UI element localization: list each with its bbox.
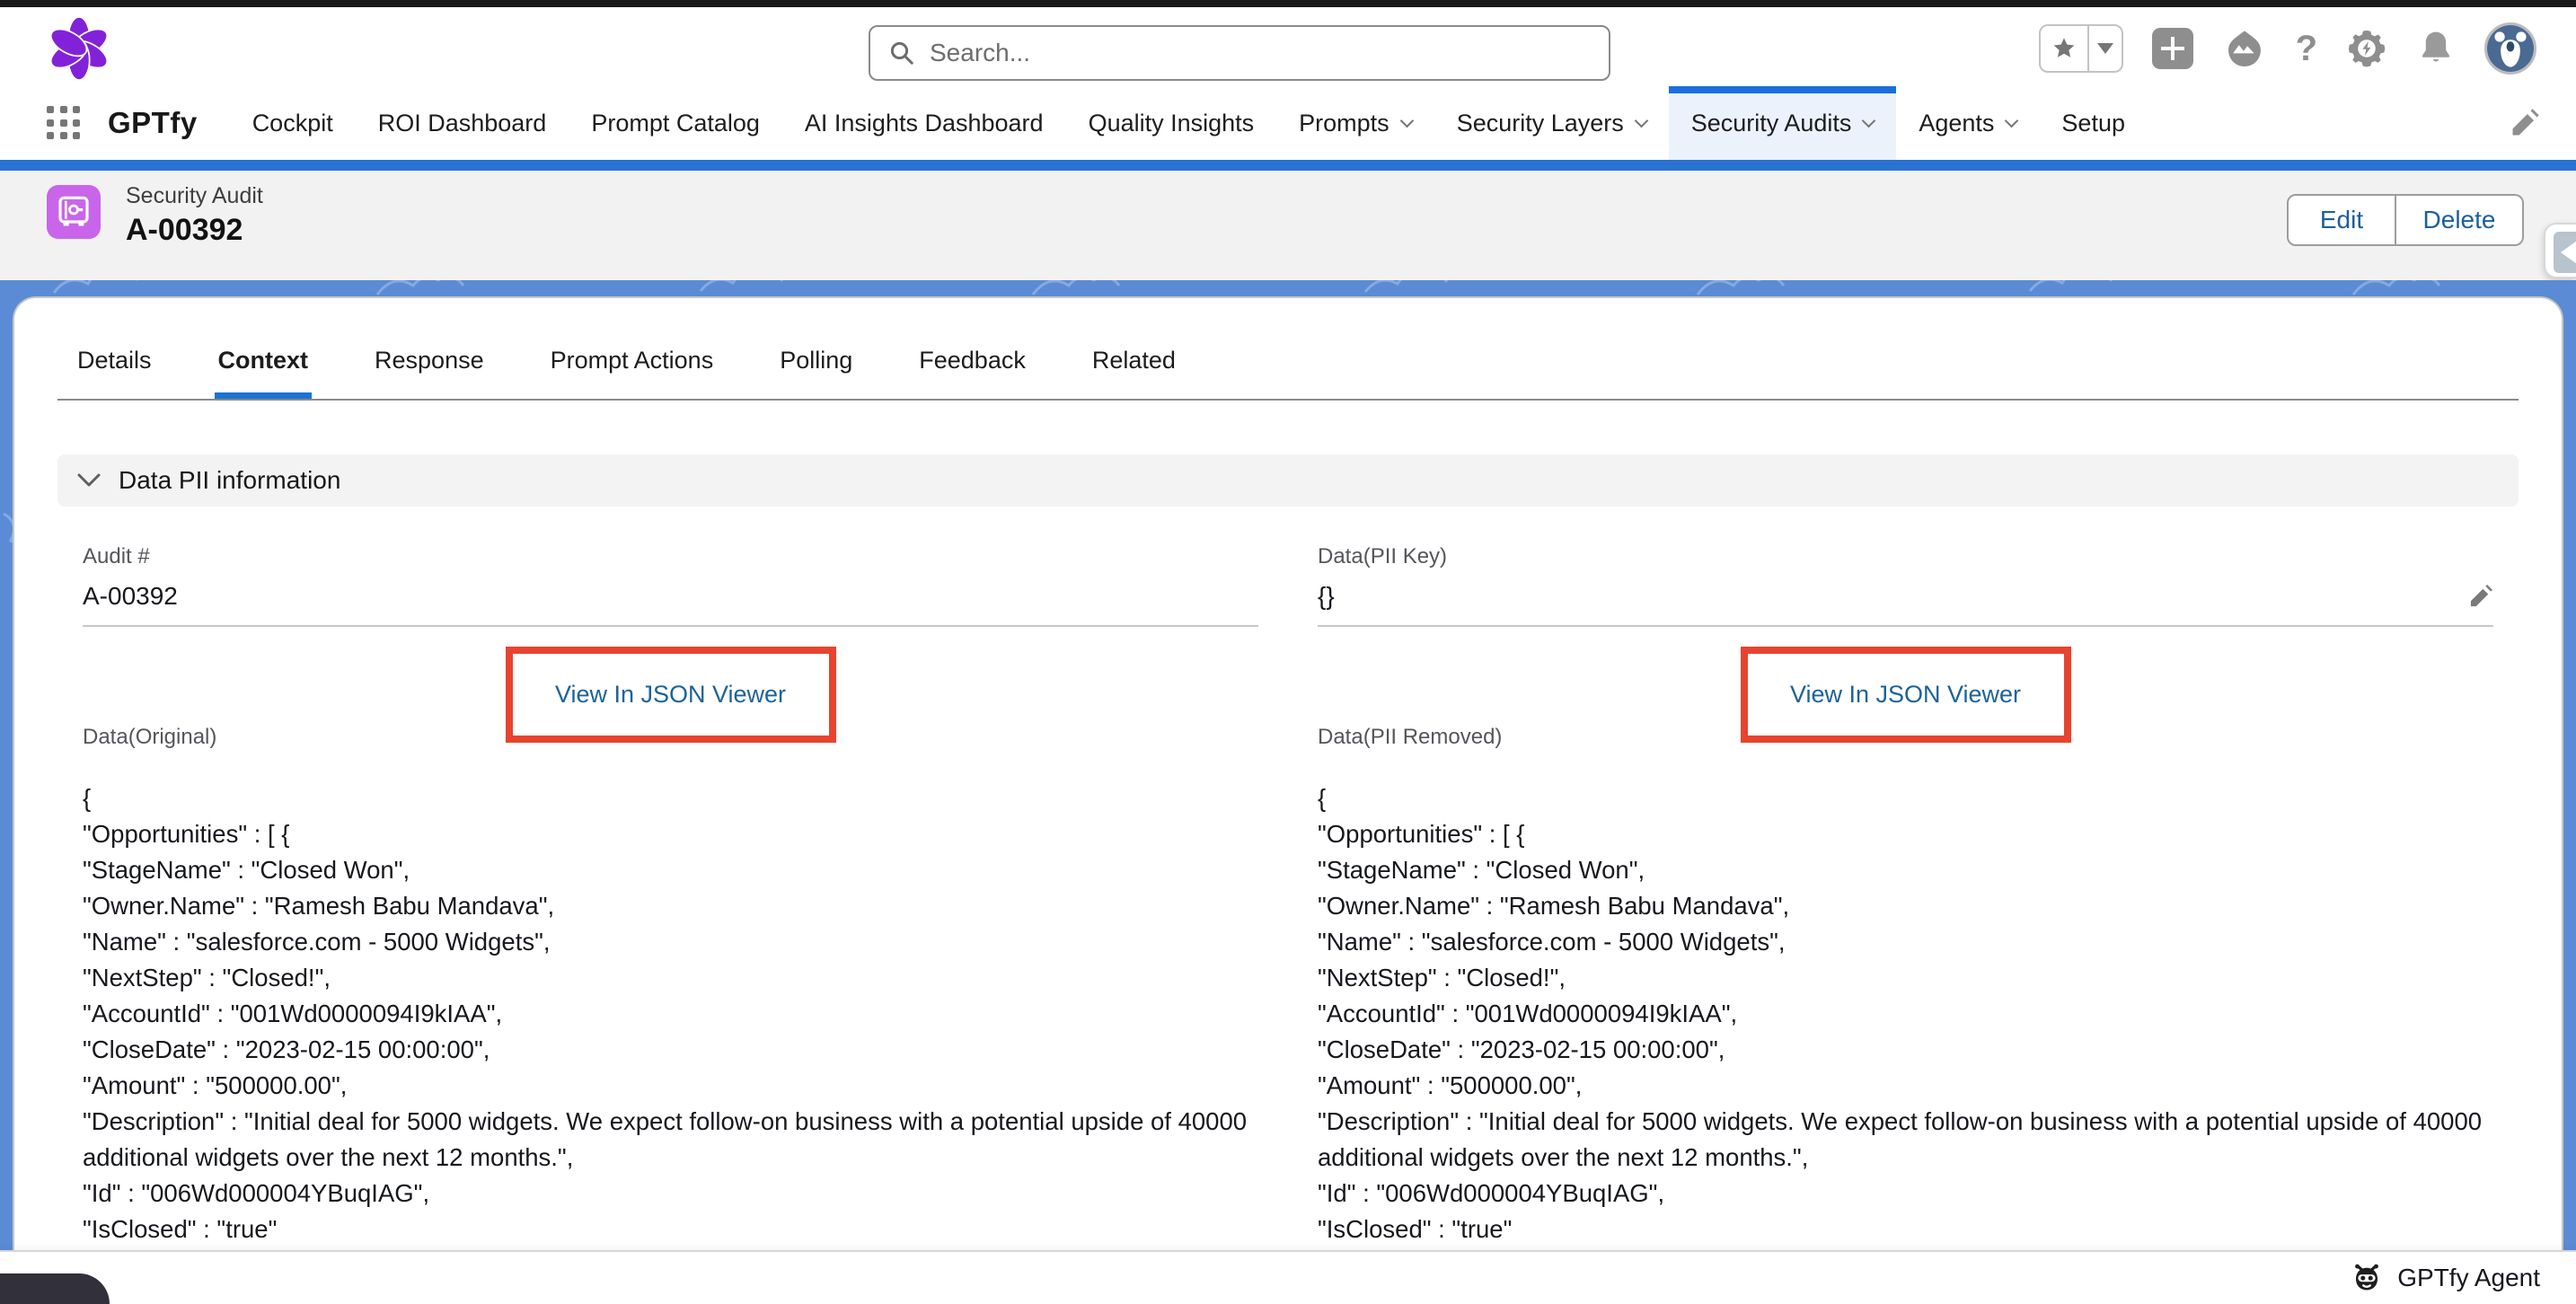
data-pii-removed-column: View In JSON Viewer Data(PII Removed) { …: [1318, 627, 2493, 1250]
agent-label: GPTfy Agent: [2397, 1264, 2540, 1292]
search-icon: [888, 40, 915, 66]
section-header-data-pii[interactable]: Data PII information: [57, 454, 2519, 507]
favorites-control[interactable]: [2039, 24, 2123, 73]
favorites-dropdown-icon[interactable]: [2087, 26, 2122, 71]
nav-item-cockpit[interactable]: Cockpit: [230, 86, 356, 160]
field-label: Audit #: [83, 544, 1258, 569]
delete-button[interactable]: Delete: [2396, 194, 2524, 246]
nav-item-prompt-catalog[interactable]: Prompt Catalog: [569, 86, 782, 160]
nav-item-roi-dashboard[interactable]: ROI Dashboard: [356, 86, 569, 160]
tab-feedback[interactable]: Feedback: [915, 332, 1029, 399]
os-top-strip: [0, 0, 2576, 7]
annotation-red-box: View In JSON Viewer: [1741, 647, 2071, 743]
inline-edit-pencil-icon[interactable]: [2468, 584, 2493, 609]
view-in-json-viewer-link[interactable]: View In JSON Viewer: [555, 681, 786, 709]
expand-side-panel-button[interactable]: [2544, 223, 2576, 278]
data-original-column: View In JSON Viewer Data(Original) { "Op…: [83, 627, 1258, 1250]
record-header: Security Audit A-00392 Edit Delete: [0, 171, 2576, 280]
field-pii-key: Data(PII Key) {}: [1318, 544, 2493, 627]
edit-button[interactable]: Edit: [2287, 194, 2396, 246]
nav-item-security-audits[interactable]: Security Audits: [1669, 86, 1897, 160]
field-value: {}: [1318, 582, 1335, 611]
nav-brand-underline: [0, 160, 2576, 171]
dock-corner-shape: [0, 1273, 110, 1304]
data-pii-removed-json: { "Opportunities" : [ { "StageName" : "C…: [1318, 780, 2493, 1250]
field-value: A-00392: [83, 582, 178, 611]
record-object-label: Security Audit: [126, 183, 263, 209]
section-title: Data PII information: [119, 466, 340, 495]
nav-item-setup[interactable]: Setup: [2039, 86, 2148, 160]
favorite-star-icon[interactable]: [2041, 26, 2087, 71]
nav-item-ai-insights-dashboard[interactable]: AI Insights Dashboard: [782, 86, 1066, 160]
app-name[interactable]: GPTfy: [108, 106, 198, 140]
trailhead-icon[interactable]: [2222, 26, 2267, 71]
chevron-down-icon[interactable]: [1862, 113, 1876, 128]
search-placeholder: Search...: [930, 39, 1030, 67]
view-in-json-viewer-link[interactable]: View In JSON Viewer: [1790, 681, 2021, 709]
global-header: Search... ?: [0, 7, 2576, 86]
setup-gear-icon[interactable]: [2346, 28, 2387, 69]
record-tabs: Details Context Response Prompt Actions …: [57, 325, 2519, 401]
nav-item-prompts[interactable]: Prompts: [1276, 86, 1434, 160]
nav-item-quality-insights[interactable]: Quality Insights: [1066, 86, 1277, 160]
user-avatar[interactable]: [2484, 22, 2536, 75]
chevron-down-icon[interactable]: [1634, 113, 1648, 128]
chevron-down-icon: [77, 473, 101, 488]
field-label: Data(PII Key): [1318, 544, 2493, 569]
collapse-left-arrow-icon: [2554, 232, 2576, 273]
global-search-input[interactable]: Search...: [869, 25, 1610, 81]
nav-item-agents[interactable]: Agents: [1896, 86, 2039, 160]
global-actions-icon[interactable]: [2152, 28, 2193, 69]
notifications-bell-icon[interactable]: [2416, 29, 2456, 68]
app-navigation-bar: GPTfy Cockpit ROI Dashboard Prompt Catal…: [0, 86, 2576, 160]
help-icon[interactable]: ?: [2296, 31, 2317, 66]
edit-page-pencil-icon[interactable]: [2510, 108, 2540, 138]
tab-context[interactable]: Context: [215, 332, 313, 399]
chevron-down-icon[interactable]: [2005, 113, 2019, 128]
data-original-json: { "Opportunities" : [ { "StageName" : "C…: [83, 780, 1258, 1250]
tab-response[interactable]: Response: [371, 332, 488, 399]
gptfy-logo-icon: [47, 14, 111, 83]
utility-bar: GPTfy Agent: [0, 1250, 2576, 1304]
field-audit-number: Audit # A-00392: [83, 544, 1258, 627]
tab-polling[interactable]: Polling: [776, 332, 856, 399]
robot-agent-icon: [2351, 1262, 2383, 1294]
chevron-down-icon[interactable]: [1399, 113, 1414, 128]
tab-related[interactable]: Related: [1089, 332, 1179, 399]
security-audit-object-icon: [47, 185, 101, 239]
record-name: A-00392: [126, 213, 263, 248]
gptfy-agent-button[interactable]: GPTfy Agent: [2351, 1252, 2540, 1304]
app-launcher-icon[interactable]: [47, 106, 81, 140]
annotation-red-box: View In JSON Viewer: [506, 647, 836, 743]
record-detail-panel: Details Context Response Prompt Actions …: [13, 296, 2563, 1250]
tab-prompt-actions[interactable]: Prompt Actions: [547, 332, 718, 399]
tab-details[interactable]: Details: [74, 332, 155, 399]
nav-item-security-layers[interactable]: Security Layers: [1434, 86, 1669, 160]
app-background: Details Context Response Prompt Actions …: [0, 280, 2576, 1250]
